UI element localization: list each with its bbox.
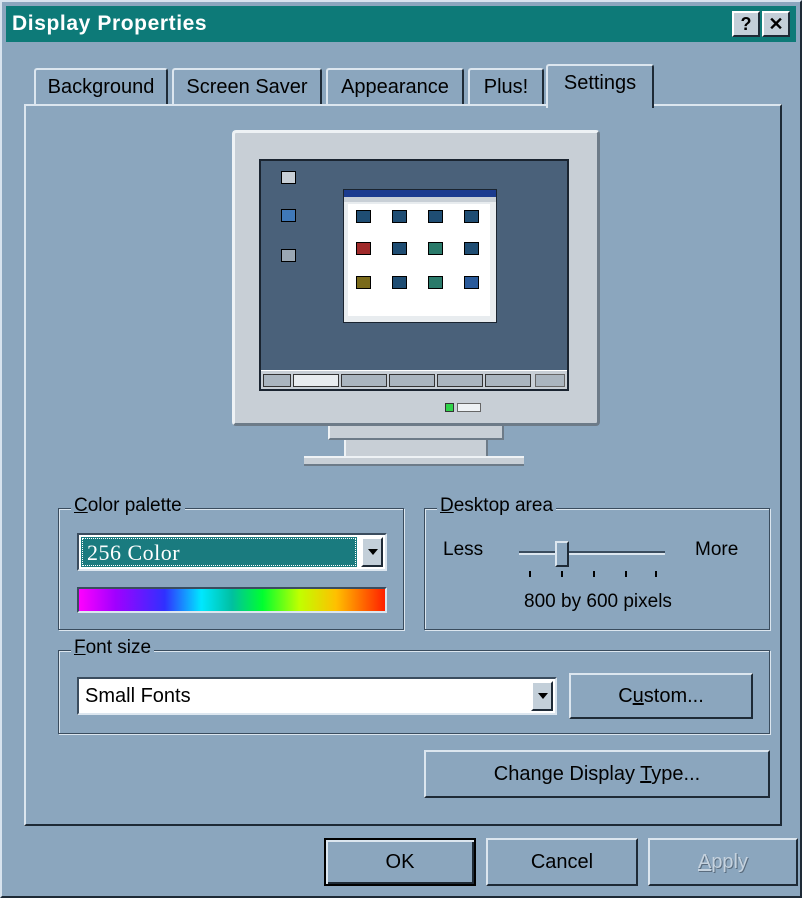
network-icon <box>281 209 296 222</box>
preview-taskbar <box>261 370 567 389</box>
monitor-button <box>457 403 481 412</box>
close-icon: ✕ <box>768 14 784 34</box>
chevron-down-icon[interactable] <box>361 537 383 567</box>
monitor-preview <box>232 130 600 426</box>
tab-label: Appearance <box>341 76 449 98</box>
recycle-bin-icon <box>281 249 296 262</box>
resolution-slider[interactable] <box>519 541 665 577</box>
tab-background[interactable]: Background <box>34 68 168 104</box>
color-palette-group: Color palette 256 Color <box>58 495 404 630</box>
resolution-value: 800 by 600 pixels <box>524 591 672 612</box>
settings-panel: Color palette 256 Color Desktop area Les… <box>24 104 782 826</box>
color-palette-label: Color palette <box>71 495 185 517</box>
tab-screen-saver[interactable]: Screen Saver <box>172 68 322 104</box>
apply-button[interactable]: Apply <box>648 838 798 886</box>
tab-settings[interactable]: Settings <box>546 64 654 108</box>
tab-label: Settings <box>563 72 637 94</box>
tab-label: Plus! <box>483 76 529 98</box>
help-icon: ? <box>740 14 752 34</box>
cancel-button[interactable]: Cancel <box>486 838 638 886</box>
tab-appearance[interactable]: Appearance <box>326 68 464 104</box>
desktop-area-label: Desktop area <box>437 495 557 517</box>
window-title: Display Properties <box>12 12 208 35</box>
font-size-select[interactable]: Small Fonts <box>77 677 557 715</box>
slider-tick <box>655 571 657 577</box>
desktop-area-group: Desktop area Less More 800 by 600 pixels <box>424 495 770 630</box>
slider-track <box>519 551 665 555</box>
tab-label: Screen Saver <box>186 76 308 98</box>
title-bar[interactable]: Display Properties ? ✕ <box>6 6 796 42</box>
more-label: More <box>695 539 739 560</box>
preview-screen <box>259 159 569 391</box>
less-label: Less <box>443 539 484 560</box>
change-display-type-button[interactable]: Change Display Type... <box>424 750 770 798</box>
custom-button[interactable]: Custom... <box>569 673 753 719</box>
preview-window <box>343 189 497 323</box>
color-spectrum-bar <box>77 587 387 613</box>
chevron-down-icon[interactable] <box>531 681 553 711</box>
font-size-value: Small Fonts <box>85 685 191 707</box>
slider-tick <box>561 571 563 577</box>
font-size-group: Font size Small Fonts Custom... <box>58 637 770 734</box>
slider-tick <box>625 571 627 577</box>
monitor-stand <box>344 440 488 456</box>
color-palette-select[interactable]: 256 Color <box>77 533 387 571</box>
slider-tick <box>529 571 531 577</box>
help-button[interactable]: ? <box>732 11 760 37</box>
font-size-label: Font size <box>71 637 155 659</box>
display-properties-window: Display Properties ? ✕ Background Screen… <box>0 0 802 898</box>
monitor-neck <box>328 426 504 440</box>
color-palette-value: 256 Color <box>81 537 357 567</box>
ok-button[interactable]: OK <box>324 838 476 886</box>
tab-label: Background <box>47 76 155 98</box>
close-button[interactable]: ✕ <box>762 11 790 37</box>
slider-thumb[interactable] <box>555 541 569 567</box>
tab-plus[interactable]: Plus! <box>468 68 544 104</box>
power-led-icon <box>445 403 454 412</box>
my-computer-icon <box>281 171 296 184</box>
monitor-base <box>304 456 524 466</box>
slider-tick <box>593 571 595 577</box>
